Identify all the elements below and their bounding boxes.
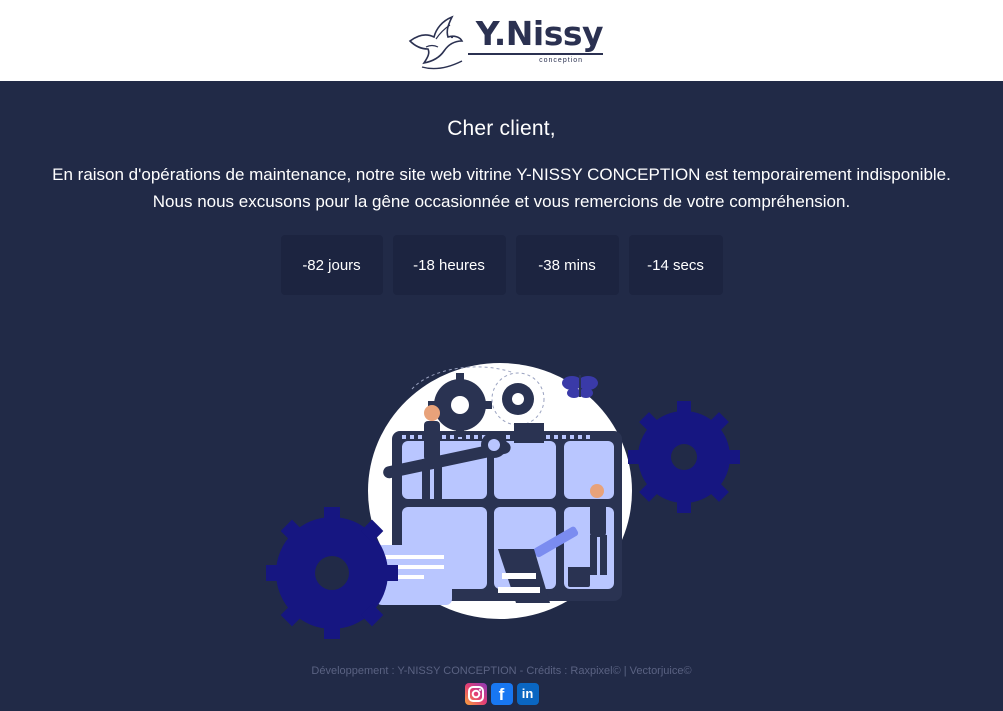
maintenance-message: En raison d'opérations de maintenance, n… xyxy=(22,161,982,215)
brand-underline xyxy=(468,53,603,55)
maintenance-section: Cher client, En raison d'opérations de m… xyxy=(0,81,1003,711)
gear-top-right-icon xyxy=(502,383,534,415)
gear-large-left-icon xyxy=(266,507,398,639)
butterfly-icon xyxy=(562,375,598,398)
linkedin-icon[interactable]: in xyxy=(516,683,539,705)
dove-icon xyxy=(408,14,464,69)
maintenance-illustration xyxy=(266,363,740,639)
header: Y.Nissy conception xyxy=(0,0,1003,81)
social-links: f in xyxy=(0,683,1003,705)
message-line-1: En raison d'opérations de maintenance, n… xyxy=(52,165,951,184)
countdown-hours: -18 heures xyxy=(392,235,506,295)
countdown-mins: -38 mins xyxy=(515,235,619,295)
instagram-icon[interactable] xyxy=(464,683,487,705)
brand-logo[interactable]: Y.Nissy conception xyxy=(406,11,604,71)
message-line-2: Nous nous excusons pour la gêne occasion… xyxy=(152,192,851,211)
brand-name: Y.Nissy xyxy=(475,14,604,53)
footer-credits: Développement : Y-NISSY CONCEPTION - Cré… xyxy=(311,665,692,677)
paint-bucket-icon xyxy=(568,561,590,587)
countdown-secs: -14 secs xyxy=(628,235,723,295)
greeting-heading: Cher client, xyxy=(447,117,556,140)
countdown-days: -82 jours xyxy=(280,235,383,295)
facebook-icon[interactable]: f xyxy=(490,683,513,705)
countdown: -82 jours -18 heures -38 mins -14 secs xyxy=(280,235,723,295)
brand-tagline: conception xyxy=(539,57,583,64)
gear-large-right-icon xyxy=(628,401,740,513)
